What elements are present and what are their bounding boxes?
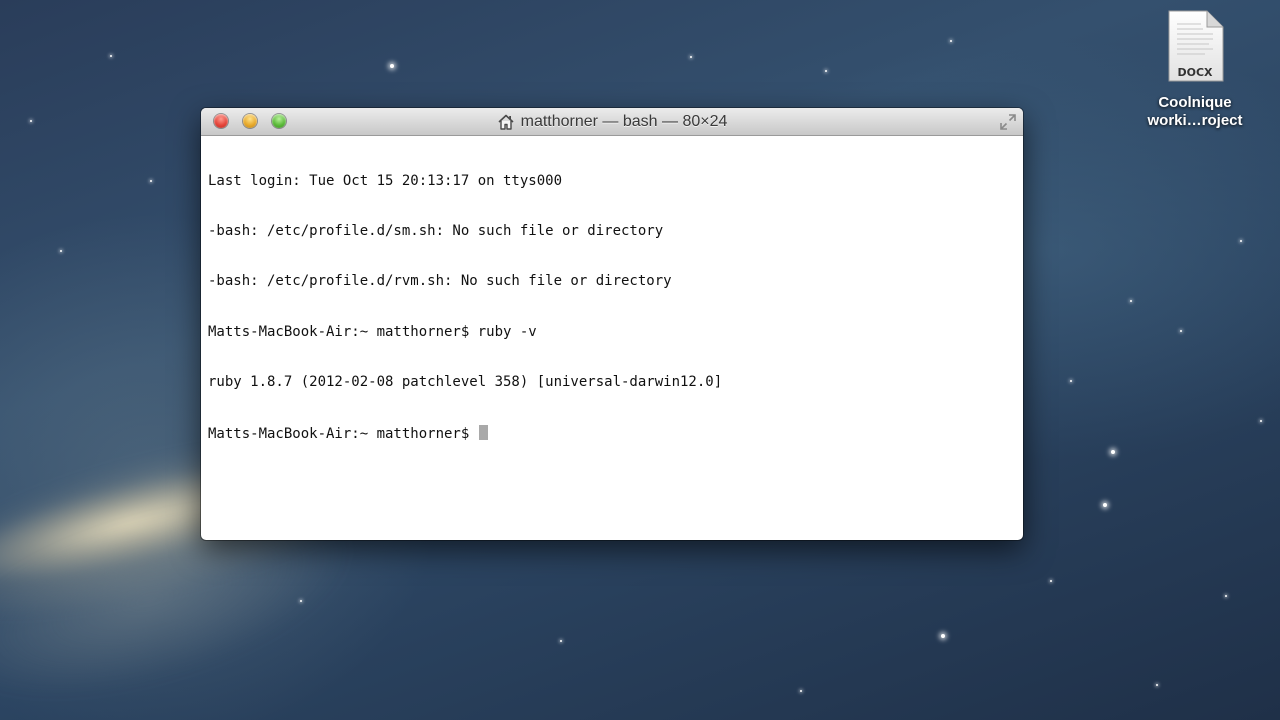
window-title: matthorner — bash — 80×24 bbox=[520, 112, 728, 130]
star bbox=[1050, 580, 1052, 582]
star bbox=[800, 690, 802, 692]
terminal-line: ruby 1.8.7 (2012-02-08 patchlevel 358) [… bbox=[208, 374, 723, 391]
window-title-group: matthorner — bash — 80×24 bbox=[201, 108, 1023, 135]
terminal-window[interactable]: matthorner — bash — 80×24 Last login: Tu… bbox=[201, 108, 1023, 540]
home-icon bbox=[497, 113, 515, 131]
terminal-line: Last login: Tue Oct 15 20:13:17 on ttys0… bbox=[208, 172, 563, 189]
star bbox=[390, 64, 394, 68]
file-name-label[interactable]: Coolnique worki…roject bbox=[1130, 94, 1260, 130]
desktop-file[interactable]: DOCX Coolnique worki…roject bbox=[1130, 10, 1260, 130]
star bbox=[941, 634, 945, 638]
star bbox=[110, 55, 112, 57]
star bbox=[60, 250, 62, 252]
desktop-background: DOCX Coolnique worki…roject matthorner —… bbox=[0, 0, 1280, 720]
star bbox=[1260, 420, 1262, 422]
terminal-output[interactable]: Last login: Tue Oct 15 20:13:17 on ttys0… bbox=[201, 136, 1023, 479]
terminal-prompt-line[interactable]: Matts-MacBook-Air:~ matthorner$ bbox=[208, 424, 1016, 443]
file-name-line-1: Coolnique bbox=[1158, 94, 1232, 111]
text-cursor bbox=[478, 424, 488, 440]
star bbox=[1103, 503, 1107, 507]
star bbox=[690, 56, 692, 58]
star bbox=[1130, 300, 1132, 302]
star bbox=[560, 640, 562, 642]
docx-file-icon[interactable]: DOCX bbox=[1165, 10, 1225, 82]
star bbox=[1156, 684, 1158, 686]
file-name-line-2: worki…roject bbox=[1147, 112, 1243, 129]
fullscreen-arrows-icon bbox=[1000, 114, 1016, 130]
terminal-line: -bash: /etc/profile.d/rvm.sh: No such fi… bbox=[208, 273, 672, 290]
star bbox=[300, 600, 302, 602]
star bbox=[30, 120, 32, 122]
star bbox=[1070, 380, 1072, 382]
star bbox=[1240, 240, 1242, 242]
star bbox=[1180, 330, 1182, 332]
terminal-line: Matts-MacBook-Air:~ matthorner$ ruby -v bbox=[208, 323, 537, 340]
terminal-line: -bash: /etc/profile.d/sm.sh: No such fil… bbox=[208, 222, 664, 239]
fullscreen-button[interactable] bbox=[999, 113, 1017, 131]
star bbox=[1225, 595, 1227, 597]
window-title-bar[interactable]: matthorner — bash — 80×24 bbox=[201, 108, 1023, 136]
star bbox=[1111, 450, 1115, 454]
star bbox=[825, 70, 827, 72]
star bbox=[950, 40, 952, 42]
file-type-badge: DOCX bbox=[1177, 66, 1213, 79]
shell-prompt: Matts-MacBook-Air:~ matthorner$ bbox=[208, 425, 478, 442]
star bbox=[150, 180, 152, 182]
